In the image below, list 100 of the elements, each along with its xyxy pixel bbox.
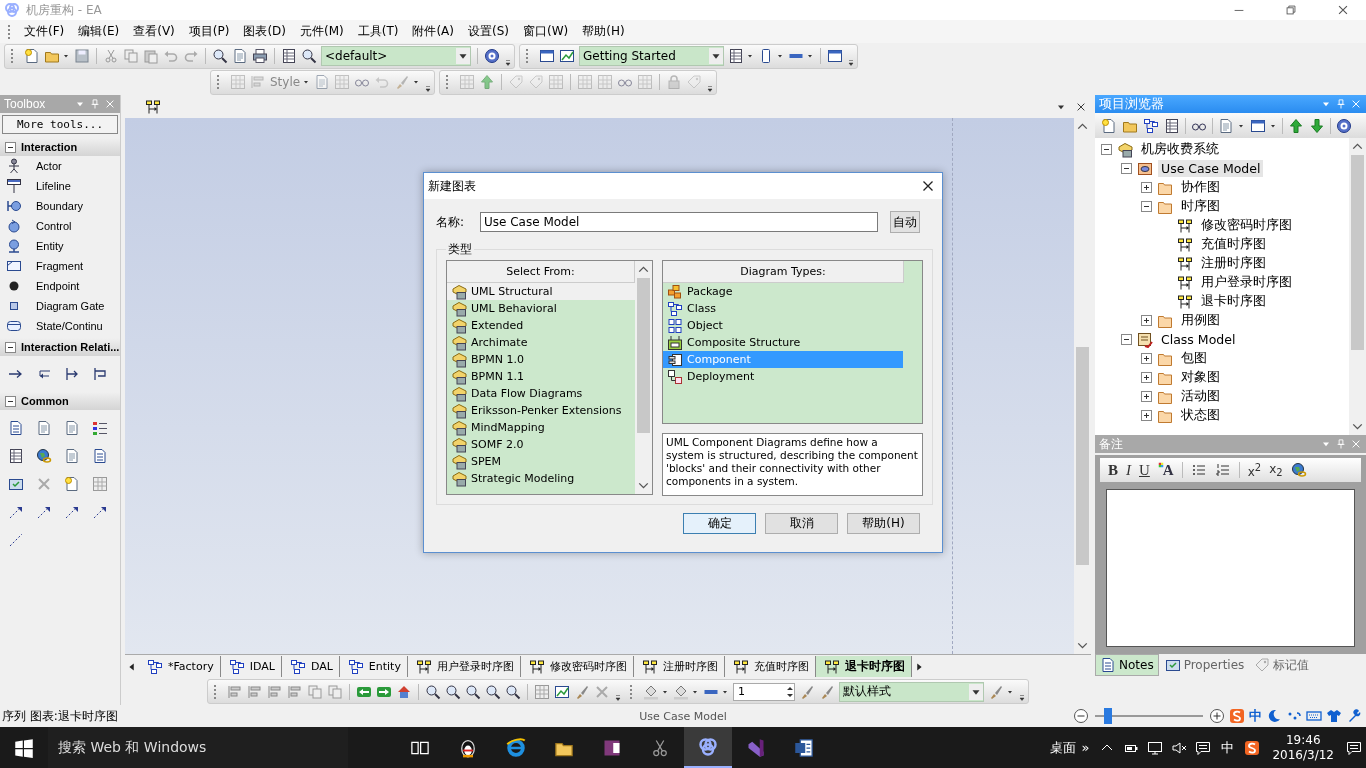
list-item[interactable]: Data Flow Diagrams xyxy=(447,385,635,402)
table-icon[interactable] xyxy=(1164,117,1180,134)
expand-toolbar[interactable]: » xyxy=(1081,740,1090,755)
template-dropdown[interactable]: <default> xyxy=(321,46,471,66)
keyboard-icon[interactable] xyxy=(1306,708,1322,724)
expand-toggle[interactable] xyxy=(1141,410,1152,421)
window-icon[interactable] xyxy=(539,48,555,64)
tree-item[interactable]: 对象图 xyxy=(1178,368,1223,387)
magnifier-icon[interactable] xyxy=(465,683,481,700)
workspace-dropdown[interactable]: Getting Started xyxy=(579,46,724,66)
message-icon[interactable] xyxy=(1346,739,1362,756)
dotted-line-icon[interactable] xyxy=(8,532,24,548)
tool-item[interactable]: Boundary xyxy=(36,200,84,212)
network-icon[interactable] xyxy=(1147,739,1164,756)
list-item[interactable]: SPEM xyxy=(447,453,635,470)
message-icon[interactable] xyxy=(1195,739,1212,756)
panel-tab[interactable]: 标记值 xyxy=(1250,655,1314,675)
plus-circle-icon[interactable] xyxy=(1209,708,1225,724)
overflow-icon[interactable] xyxy=(424,83,433,94)
up-arrow-icon[interactable] xyxy=(1288,117,1304,134)
collapse-toggle[interactable] xyxy=(5,395,16,407)
bar-arrow-icon[interactable] xyxy=(64,366,80,382)
tool-item[interactable]: Diagram Gate xyxy=(36,300,105,312)
menu-item[interactable]: 帮助(H) xyxy=(575,21,632,42)
grip-handle[interactable] xyxy=(526,49,531,63)
globe-icon[interactable] xyxy=(36,448,52,464)
tool-item[interactable]: Actor xyxy=(36,160,62,172)
expand-toggle[interactable] xyxy=(1141,182,1152,193)
expand-toggle[interactable] xyxy=(1141,372,1152,383)
list-item[interactable]: UML Behavioral xyxy=(447,300,635,317)
align-icon[interactable] xyxy=(247,683,263,700)
down-arrow-icon[interactable] xyxy=(1309,117,1325,134)
format-button[interactable]: U xyxy=(1139,461,1150,479)
dotted-arrow-icon[interactable] xyxy=(8,504,24,520)
brush-icon[interactable] xyxy=(799,683,815,700)
caret-icon[interactable] xyxy=(969,683,983,700)
style-dropdown[interactable]: 默认样式 xyxy=(839,681,984,702)
tree-item[interactable]: 注册时序图 xyxy=(1198,254,1269,273)
shirt-icon[interactable] xyxy=(1326,708,1342,724)
desktop-toolbar[interactable]: 桌面 xyxy=(1049,738,1076,757)
tool-item[interactable]: Fragment xyxy=(36,260,84,272)
tree-item[interactable]: 用例图 xyxy=(1178,311,1223,330)
ime-mode[interactable]: 中 xyxy=(1249,707,1262,725)
auto-button[interactable]: 自动 xyxy=(890,211,920,233)
chart-icon[interactable] xyxy=(559,48,575,64)
help-icon[interactable] xyxy=(1336,117,1352,134)
format-button[interactable]: B xyxy=(1108,461,1118,479)
dotted-arrow-icon[interactable] xyxy=(92,504,108,520)
align-icon[interactable] xyxy=(287,683,303,700)
minus-circle-icon[interactable] xyxy=(1073,708,1089,724)
collapse-toggle[interactable] xyxy=(1121,334,1132,345)
chart-icon[interactable] xyxy=(554,683,570,700)
tree-item[interactable]: Class Model xyxy=(1158,331,1239,348)
grip-handle[interactable] xyxy=(11,49,16,63)
menu-item[interactable]: 设置(S) xyxy=(461,21,516,42)
tree-item[interactable]: Use Case Model xyxy=(1158,160,1264,177)
tool-item[interactable]: Entity xyxy=(36,240,64,252)
window-icon[interactable] xyxy=(827,48,843,64)
menu-item[interactable]: 查看(V) xyxy=(126,21,182,42)
list-item[interactable]: Eriksson-Penker Extensions xyxy=(447,402,635,419)
dotted-arrow-icon[interactable] xyxy=(64,504,80,520)
tree-item[interactable]: 状态图 xyxy=(1178,406,1223,425)
expand-toggle[interactable] xyxy=(1141,315,1152,326)
tree-item[interactable]: 时序图 xyxy=(1178,197,1223,216)
align-icon[interactable] xyxy=(227,683,243,700)
overflow-icon[interactable] xyxy=(614,693,622,703)
grip-handle[interactable] xyxy=(217,75,222,89)
list-item[interactable]: Extended xyxy=(447,317,635,334)
overflow-icon[interactable] xyxy=(1018,693,1026,703)
penguin-icon[interactable] xyxy=(458,737,478,758)
name-field[interactable]: Use Case Model xyxy=(480,212,878,232)
grip-handle[interactable] xyxy=(630,684,635,699)
class-diagram-icon[interactable] xyxy=(1143,117,1159,134)
list-item[interactable]: Package xyxy=(663,283,903,300)
more-tools-button[interactable]: More tools... xyxy=(2,115,118,134)
numbered-list-icon[interactable] xyxy=(1214,462,1231,478)
globe-icon[interactable] xyxy=(1290,462,1307,478)
diagram-tab[interactable]: 退卡时序图 xyxy=(815,656,912,677)
tool-item[interactable]: State/Continu xyxy=(36,320,103,332)
spin-arrows-icon[interactable] xyxy=(786,684,794,699)
menu-item[interactable]: 元件(M) xyxy=(293,21,351,42)
caret-icon[interactable] xyxy=(456,48,470,64)
list-item[interactable]: UML Structural xyxy=(447,283,635,300)
knot-icon[interactable] xyxy=(698,736,718,757)
new-page-icon[interactable] xyxy=(1101,117,1117,134)
list-item[interactable]: Deployment xyxy=(663,368,903,385)
table-icon[interactable] xyxy=(8,448,24,464)
note-icon[interactable] xyxy=(92,448,108,464)
scissors-icon[interactable] xyxy=(650,737,670,758)
tree-item[interactable]: 修改密码时序图 xyxy=(1198,216,1295,235)
menu-item[interactable]: 编辑(E) xyxy=(71,21,127,42)
line-width-field[interactable]: 1 xyxy=(733,682,795,701)
collapse-toggle[interactable] xyxy=(1101,144,1112,155)
ribbon-icon[interactable] xyxy=(746,737,766,758)
expand-toggle[interactable] xyxy=(1141,391,1152,402)
menu-item[interactable]: 工具(T) xyxy=(350,21,406,42)
magnifier-icon[interactable] xyxy=(301,48,317,64)
clock[interactable]: 19:46 2016/3/12 xyxy=(1272,732,1334,763)
format-button[interactable]: I xyxy=(1126,461,1131,479)
page-icon[interactable] xyxy=(36,420,52,436)
